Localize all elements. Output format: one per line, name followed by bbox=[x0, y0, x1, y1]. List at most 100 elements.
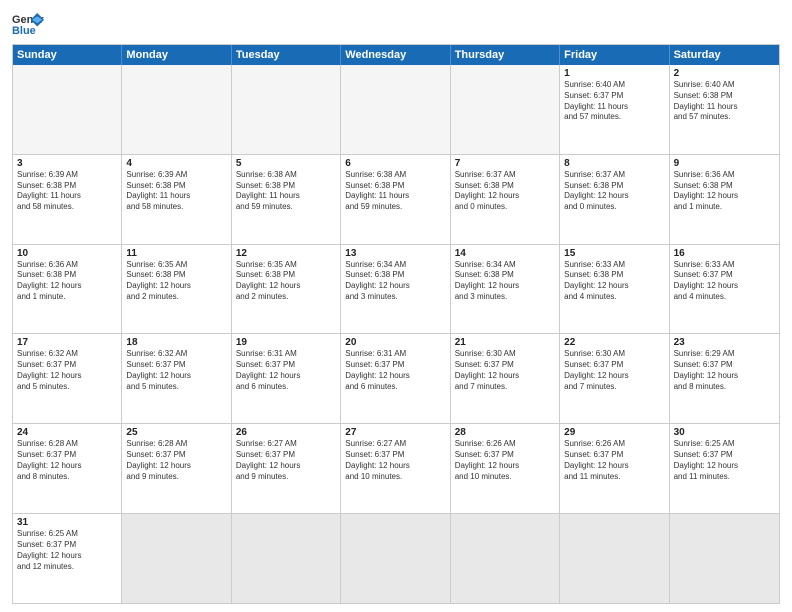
page: General Blue SundayMondayTuesdayWednesda… bbox=[0, 0, 792, 612]
day-number: 29 bbox=[564, 427, 664, 438]
calendar-cell-r1c4: 7Sunrise: 6:37 AM Sunset: 6:38 PM Daylig… bbox=[451, 155, 560, 244]
day-number: 21 bbox=[455, 337, 555, 348]
calendar-cell-r3c2: 19Sunrise: 6:31 AM Sunset: 6:37 PM Dayli… bbox=[232, 334, 341, 423]
calendar-cell-r3c4: 21Sunrise: 6:30 AM Sunset: 6:37 PM Dayli… bbox=[451, 334, 560, 423]
day-number: 22 bbox=[564, 337, 664, 348]
day-number: 7 bbox=[455, 158, 555, 169]
weekday-header-wednesday: Wednesday bbox=[341, 45, 450, 65]
day-number: 18 bbox=[126, 337, 226, 348]
day-info: Sunrise: 6:36 AM Sunset: 6:38 PM Dayligh… bbox=[17, 260, 117, 303]
calendar-cell-r0c1 bbox=[122, 65, 231, 154]
day-info: Sunrise: 6:34 AM Sunset: 6:38 PM Dayligh… bbox=[345, 260, 445, 303]
day-number: 11 bbox=[126, 248, 226, 259]
day-info: Sunrise: 6:40 AM Sunset: 6:38 PM Dayligh… bbox=[674, 80, 775, 123]
calendar-cell-r4c2: 26Sunrise: 6:27 AM Sunset: 6:37 PM Dayli… bbox=[232, 424, 341, 513]
calendar-cell-r5c0: 31Sunrise: 6:25 AM Sunset: 6:37 PM Dayli… bbox=[13, 514, 122, 603]
weekday-header-tuesday: Tuesday bbox=[232, 45, 341, 65]
day-number: 10 bbox=[17, 248, 117, 259]
weekday-header-thursday: Thursday bbox=[451, 45, 560, 65]
calendar-cell-r2c4: 14Sunrise: 6:34 AM Sunset: 6:38 PM Dayli… bbox=[451, 245, 560, 334]
calendar-cell-r4c0: 24Sunrise: 6:28 AM Sunset: 6:37 PM Dayli… bbox=[13, 424, 122, 513]
day-info: Sunrise: 6:30 AM Sunset: 6:37 PM Dayligh… bbox=[455, 349, 555, 392]
calendar-cell-r0c4 bbox=[451, 65, 560, 154]
calendar-cell-r4c1: 25Sunrise: 6:28 AM Sunset: 6:37 PM Dayli… bbox=[122, 424, 231, 513]
calendar-row-1: 3Sunrise: 6:39 AM Sunset: 6:38 PM Daylig… bbox=[13, 155, 779, 245]
calendar: SundayMondayTuesdayWednesdayThursdayFrid… bbox=[12, 44, 780, 604]
day-info: Sunrise: 6:26 AM Sunset: 6:37 PM Dayligh… bbox=[455, 439, 555, 482]
calendar-cell-r3c6: 23Sunrise: 6:29 AM Sunset: 6:37 PM Dayli… bbox=[670, 334, 779, 423]
calendar-cell-r5c6 bbox=[670, 514, 779, 603]
day-number: 2 bbox=[674, 68, 775, 79]
day-info: Sunrise: 6:27 AM Sunset: 6:37 PM Dayligh… bbox=[236, 439, 336, 482]
calendar-cell-r1c1: 4Sunrise: 6:39 AM Sunset: 6:38 PM Daylig… bbox=[122, 155, 231, 244]
logo: General Blue bbox=[12, 10, 44, 38]
day-number: 28 bbox=[455, 427, 555, 438]
day-info: Sunrise: 6:35 AM Sunset: 6:38 PM Dayligh… bbox=[236, 260, 336, 303]
calendar-row-2: 10Sunrise: 6:36 AM Sunset: 6:38 PM Dayli… bbox=[13, 245, 779, 335]
calendar-cell-r1c6: 9Sunrise: 6:36 AM Sunset: 6:38 PM Daylig… bbox=[670, 155, 779, 244]
calendar-cell-r5c4 bbox=[451, 514, 560, 603]
day-info: Sunrise: 6:31 AM Sunset: 6:37 PM Dayligh… bbox=[236, 349, 336, 392]
calendar-cell-r2c2: 12Sunrise: 6:35 AM Sunset: 6:38 PM Dayli… bbox=[232, 245, 341, 334]
day-info: Sunrise: 6:38 AM Sunset: 6:38 PM Dayligh… bbox=[236, 170, 336, 213]
day-number: 31 bbox=[17, 517, 117, 528]
generalblue-logo-icon: General Blue bbox=[12, 10, 44, 38]
day-info: Sunrise: 6:30 AM Sunset: 6:37 PM Dayligh… bbox=[564, 349, 664, 392]
day-number: 3 bbox=[17, 158, 117, 169]
day-number: 8 bbox=[564, 158, 664, 169]
day-info: Sunrise: 6:35 AM Sunset: 6:38 PM Dayligh… bbox=[126, 260, 226, 303]
weekday-header-monday: Monday bbox=[122, 45, 231, 65]
day-number: 27 bbox=[345, 427, 445, 438]
day-number: 13 bbox=[345, 248, 445, 259]
svg-text:Blue: Blue bbox=[12, 25, 36, 37]
day-info: Sunrise: 6:32 AM Sunset: 6:37 PM Dayligh… bbox=[17, 349, 117, 392]
day-number: 6 bbox=[345, 158, 445, 169]
day-info: Sunrise: 6:40 AM Sunset: 6:37 PM Dayligh… bbox=[564, 80, 664, 123]
calendar-cell-r1c2: 5Sunrise: 6:38 AM Sunset: 6:38 PM Daylig… bbox=[232, 155, 341, 244]
calendar-cell-r4c6: 30Sunrise: 6:25 AM Sunset: 6:37 PM Dayli… bbox=[670, 424, 779, 513]
day-info: Sunrise: 6:29 AM Sunset: 6:37 PM Dayligh… bbox=[674, 349, 775, 392]
calendar-cell-r2c0: 10Sunrise: 6:36 AM Sunset: 6:38 PM Dayli… bbox=[13, 245, 122, 334]
day-info: Sunrise: 6:36 AM Sunset: 6:38 PM Dayligh… bbox=[674, 170, 775, 213]
calendar-cell-r2c6: 16Sunrise: 6:33 AM Sunset: 6:37 PM Dayli… bbox=[670, 245, 779, 334]
calendar-cell-r1c5: 8Sunrise: 6:37 AM Sunset: 6:38 PM Daylig… bbox=[560, 155, 669, 244]
day-number: 20 bbox=[345, 337, 445, 348]
day-number: 4 bbox=[126, 158, 226, 169]
day-number: 25 bbox=[126, 427, 226, 438]
calendar-cell-r0c2 bbox=[232, 65, 341, 154]
day-info: Sunrise: 6:31 AM Sunset: 6:37 PM Dayligh… bbox=[345, 349, 445, 392]
calendar-cell-r4c4: 28Sunrise: 6:26 AM Sunset: 6:37 PM Dayli… bbox=[451, 424, 560, 513]
calendar-cell-r4c3: 27Sunrise: 6:27 AM Sunset: 6:37 PM Dayli… bbox=[341, 424, 450, 513]
day-number: 5 bbox=[236, 158, 336, 169]
calendar-cell-r3c3: 20Sunrise: 6:31 AM Sunset: 6:37 PM Dayli… bbox=[341, 334, 450, 423]
day-number: 23 bbox=[674, 337, 775, 348]
day-info: Sunrise: 6:32 AM Sunset: 6:37 PM Dayligh… bbox=[126, 349, 226, 392]
weekday-header-saturday: Saturday bbox=[670, 45, 779, 65]
day-number: 15 bbox=[564, 248, 664, 259]
day-info: Sunrise: 6:38 AM Sunset: 6:38 PM Dayligh… bbox=[345, 170, 445, 213]
day-number: 19 bbox=[236, 337, 336, 348]
calendar-cell-r0c0 bbox=[13, 65, 122, 154]
day-info: Sunrise: 6:39 AM Sunset: 6:38 PM Dayligh… bbox=[126, 170, 226, 213]
calendar-cell-r3c0: 17Sunrise: 6:32 AM Sunset: 6:37 PM Dayli… bbox=[13, 334, 122, 423]
calendar-cell-r0c6: 2Sunrise: 6:40 AM Sunset: 6:38 PM Daylig… bbox=[670, 65, 779, 154]
calendar-row-5: 31Sunrise: 6:25 AM Sunset: 6:37 PM Dayli… bbox=[13, 514, 779, 603]
day-info: Sunrise: 6:37 AM Sunset: 6:38 PM Dayligh… bbox=[564, 170, 664, 213]
day-info: Sunrise: 6:34 AM Sunset: 6:38 PM Dayligh… bbox=[455, 260, 555, 303]
calendar-cell-r4c5: 29Sunrise: 6:26 AM Sunset: 6:37 PM Dayli… bbox=[560, 424, 669, 513]
day-info: Sunrise: 6:27 AM Sunset: 6:37 PM Dayligh… bbox=[345, 439, 445, 482]
calendar-row-4: 24Sunrise: 6:28 AM Sunset: 6:37 PM Dayli… bbox=[13, 424, 779, 514]
calendar-header: SundayMondayTuesdayWednesdayThursdayFrid… bbox=[13, 45, 779, 65]
day-info: Sunrise: 6:39 AM Sunset: 6:38 PM Dayligh… bbox=[17, 170, 117, 213]
header: General Blue bbox=[12, 10, 780, 38]
day-info: Sunrise: 6:25 AM Sunset: 6:37 PM Dayligh… bbox=[674, 439, 775, 482]
calendar-cell-r1c3: 6Sunrise: 6:38 AM Sunset: 6:38 PM Daylig… bbox=[341, 155, 450, 244]
day-number: 24 bbox=[17, 427, 117, 438]
calendar-cell-r5c3 bbox=[341, 514, 450, 603]
calendar-cell-r2c1: 11Sunrise: 6:35 AM Sunset: 6:38 PM Dayli… bbox=[122, 245, 231, 334]
calendar-cell-r2c5: 15Sunrise: 6:33 AM Sunset: 6:38 PM Dayli… bbox=[560, 245, 669, 334]
day-info: Sunrise: 6:37 AM Sunset: 6:38 PM Dayligh… bbox=[455, 170, 555, 213]
calendar-row-0: 1Sunrise: 6:40 AM Sunset: 6:37 PM Daylig… bbox=[13, 65, 779, 155]
calendar-cell-r0c5: 1Sunrise: 6:40 AM Sunset: 6:37 PM Daylig… bbox=[560, 65, 669, 154]
calendar-body: 1Sunrise: 6:40 AM Sunset: 6:37 PM Daylig… bbox=[13, 65, 779, 603]
